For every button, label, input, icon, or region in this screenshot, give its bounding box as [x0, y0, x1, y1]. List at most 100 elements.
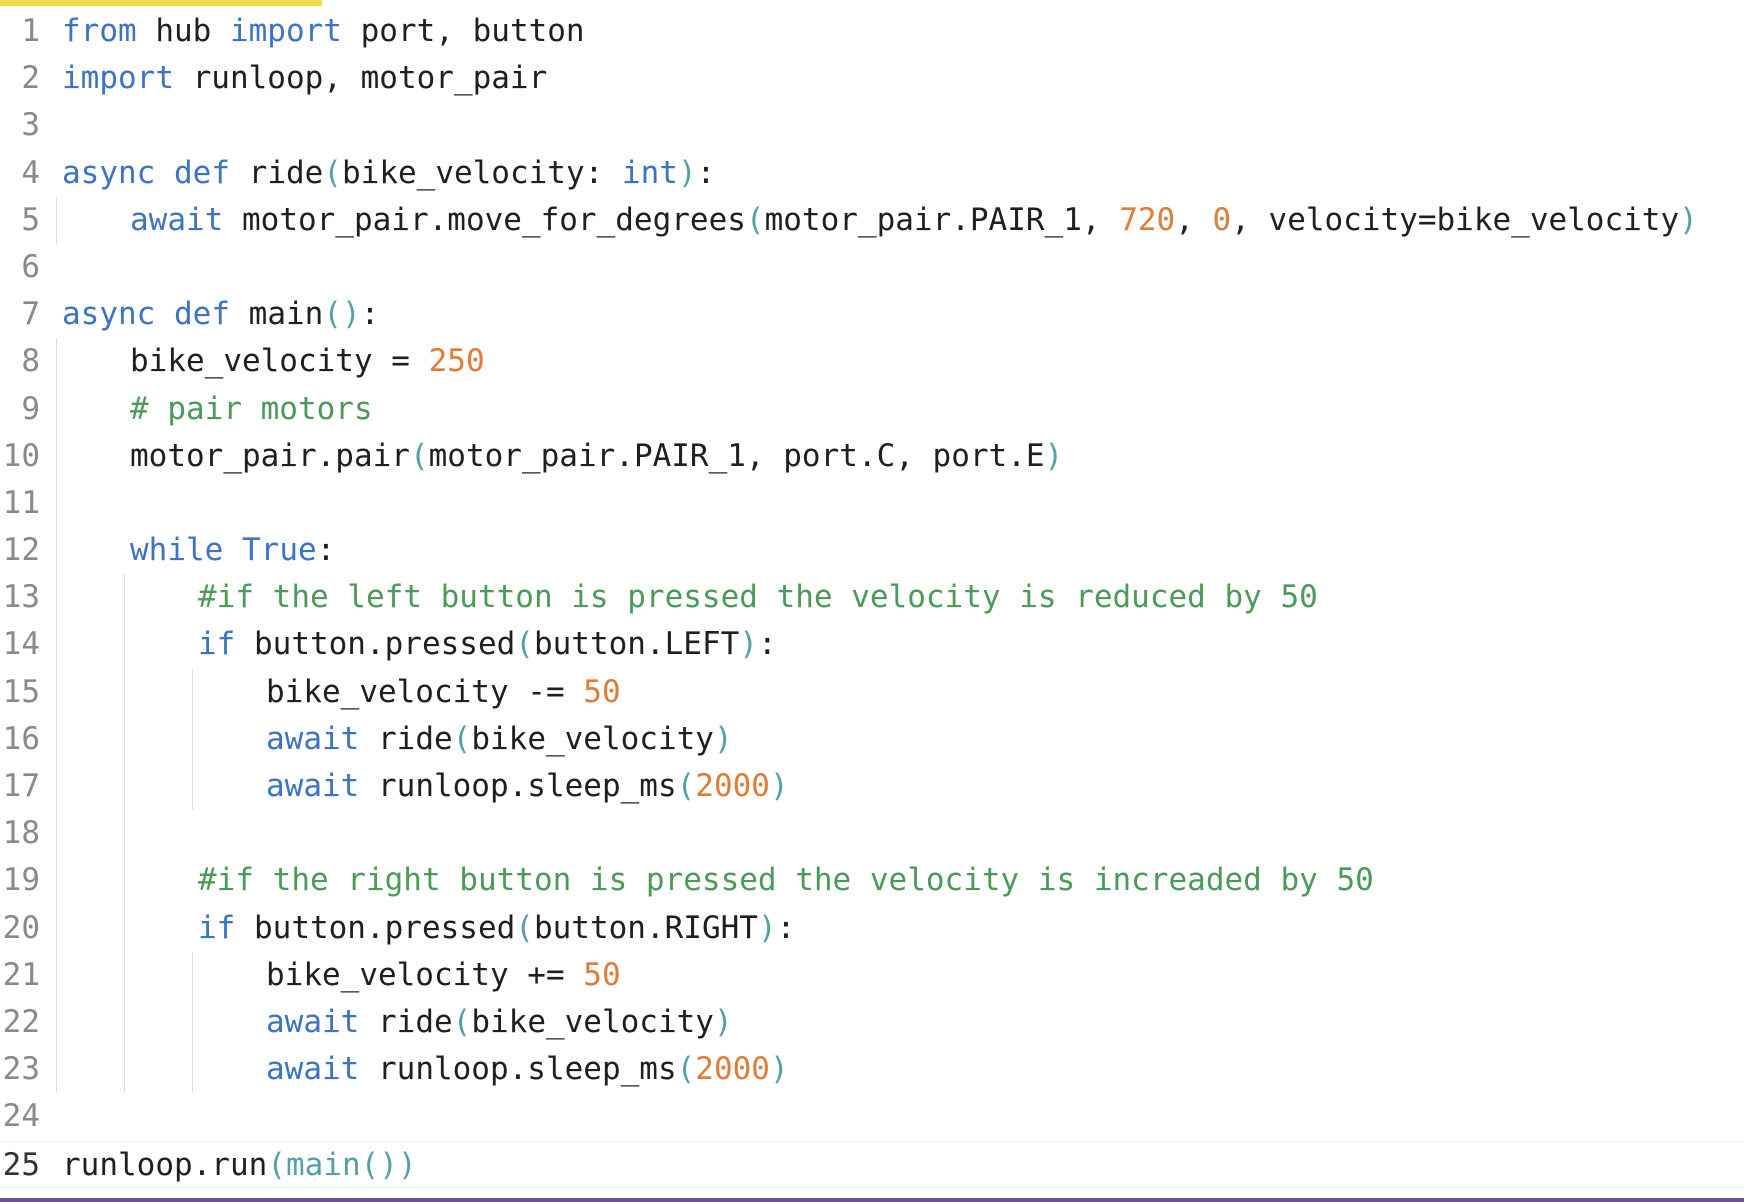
code-token: ): [769, 768, 789, 804]
code-token: import: [62, 60, 174, 97]
code-line[interactable]: 23 await runloop.sleep_ms(2000): [0, 1046, 1744, 1094]
code-token: ): [1679, 201, 1698, 238]
indent-guide: [192, 668, 193, 716]
code-token: (: [452, 720, 472, 757]
code-editor[interactable]: 1 from hub import port, button 2 import run…: [0, 8, 1744, 1198]
code-line[interactable]: 18: [0, 810, 1744, 858]
code-text: if button.pressed(button.RIGHT):: [198, 905, 795, 952]
line-number: 15: [2, 673, 40, 710]
code-line[interactable]: 10 motor_pair.pair(motor_pair.PAIR_1, por…: [0, 432, 1744, 480]
code-line[interactable]: 6: [0, 244, 1744, 291]
code-token: True: [242, 532, 317, 569]
code-line[interactable]: 2 import runloop, motor_pair: [0, 55, 1744, 102]
code-token: 2000: [695, 1051, 770, 1088]
code-text: #if the right button is pressed the velo…: [198, 857, 1374, 904]
indent-guide: [124, 810, 125, 858]
code-line[interactable]: 4 async def ride(bike_velocity: int):: [0, 150, 1744, 197]
code-token: 50: [583, 956, 621, 993]
code-text: # pair motors: [130, 386, 373, 433]
line-number: 9: [21, 390, 40, 427]
code-line[interactable]: 20 if button.pressed(button.RIGHT):: [0, 904, 1744, 952]
indent-guide: [124, 857, 125, 905]
code-token: (: [323, 154, 342, 191]
code-token: :: [776, 909, 796, 946]
line-number: 17: [2, 768, 40, 804]
code-text: await ride(bike_velocity): [266, 999, 733, 1046]
code-text: await motor_pair.move_for_degrees(motor_…: [130, 197, 1698, 244]
code-text: await runloop.sleep_ms(2000): [266, 763, 789, 810]
code-token: :: [696, 154, 716, 191]
indent-guide: [192, 715, 193, 763]
code-token: (): [323, 296, 361, 333]
code-token: , velocity=bike_velocity: [1231, 201, 1680, 238]
code-line[interactable]: 16 await ride(bike_velocity): [0, 715, 1744, 763]
indent-guide: [124, 574, 125, 622]
line-number: 8: [21, 343, 40, 380]
code-text: runloop.run(main()): [62, 1142, 417, 1187]
code-line[interactable]: 7 async def main():: [0, 291, 1744, 338]
code-text: while True:: [130, 527, 335, 574]
code-line[interactable]: 24: [0, 1093, 1744, 1140]
indent-guide: [124, 763, 125, 811]
code-line[interactable]: 25 runloop.run(main()): [0, 1140, 1744, 1188]
line-number: 2: [21, 60, 40, 97]
code-line[interactable]: 8 bike_velocity = 250: [0, 338, 1744, 386]
code-token: ): [677, 154, 697, 191]
code-token: async: [62, 154, 156, 191]
code-token: button.pressed: [235, 626, 516, 663]
code-line[interactable]: 21 bike_velocity += 50: [0, 951, 1744, 999]
code-token: :: [757, 626, 777, 663]
line-number: 24: [2, 1098, 40, 1135]
code-token: bike_velocity: [471, 720, 714, 757]
code-token: 720: [1119, 201, 1176, 238]
code-token: while: [130, 532, 224, 569]
code-token: runloop.sleep_ms: [359, 768, 677, 804]
code-token: (: [676, 1051, 696, 1088]
code-line[interactable]: 17 await runloop.sleep_ms(2000): [0, 763, 1744, 811]
line-number: 18: [2, 815, 40, 852]
indent-guide: [56, 574, 57, 622]
indent-guide: [56, 951, 57, 999]
code-token: ): [713, 1003, 733, 1040]
code-line[interactable]: 5 await motor_pair.move_for_degrees(motor…: [0, 196, 1744, 244]
code-line[interactable]: 1 from hub import port, button: [0, 8, 1744, 55]
line-number: 3: [21, 107, 40, 144]
code-line[interactable]: 12 while True:: [0, 527, 1744, 575]
code-line[interactable]: 22 await ride(bike_velocity): [0, 998, 1744, 1047]
line-number: 16: [2, 720, 40, 757]
code-token: ride: [230, 154, 324, 191]
code-text: motor_pair.pair(motor_pair.PAIR_1, port.…: [130, 433, 1063, 480]
code-text: #if the left button is pressed the veloc…: [198, 574, 1318, 621]
code-line[interactable]: 11: [0, 479, 1744, 528]
line-number: 13: [2, 579, 40, 616]
code-token: bike_velocity -=: [266, 673, 584, 710]
indent-guide: [56, 715, 57, 763]
code-token: ): [769, 1051, 789, 1088]
code-token: await: [266, 1003, 360, 1040]
code-token: (: [745, 201, 765, 238]
code-token: async: [62, 296, 156, 333]
code-line[interactable]: 15 bike_velocity -= 50: [0, 668, 1744, 716]
code-token: 2000: [695, 768, 770, 804]
code-token: bike_velocity:: [342, 154, 622, 191]
code-token: ride: [359, 1003, 453, 1040]
code-line[interactable]: 13 #if the left button is pressed the vel…: [0, 574, 1744, 622]
code-token: 0: [1212, 201, 1232, 238]
code-token: if: [198, 626, 236, 663]
code-token: 50: [583, 673, 621, 710]
code-token: ): [757, 909, 777, 946]
indent-guide: [56, 196, 57, 244]
code-line[interactable]: 14 if button.pressed(button.LEFT):: [0, 621, 1744, 669]
code-token: hub: [136, 13, 230, 49]
code-token: motor_pair.PAIR_1,: [764, 201, 1120, 238]
code-line[interactable]: 3: [0, 102, 1744, 149]
top-accent-bar: [0, 0, 322, 6]
code-token: motor_pair.move_for_degrees: [223, 201, 746, 238]
code-text: await runloop.sleep_ms(2000): [266, 1046, 789, 1093]
indent-guide: [56, 338, 57, 386]
code-token: # pair motors: [130, 390, 373, 427]
code-line[interactable]: 19 #if the right button is pressed the ve…: [0, 857, 1744, 905]
code-line[interactable]: 9 # pair motors: [0, 385, 1744, 433]
